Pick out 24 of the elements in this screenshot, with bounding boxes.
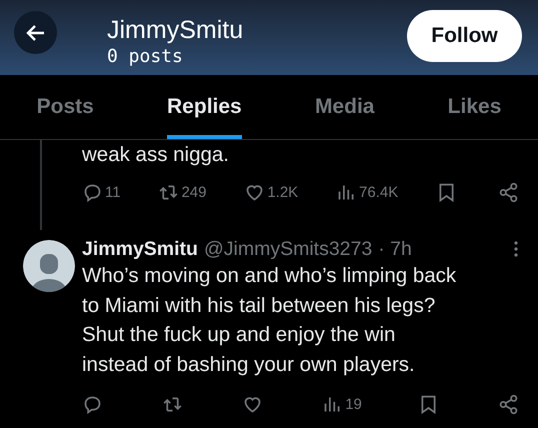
profile-name: JimmySmitu [107, 16, 244, 44]
share-icon[interactable] [498, 394, 519, 414]
profile-tab[interactable]: Media [314, 75, 374, 139]
post-count: 0 posts [107, 44, 184, 66]
profile-tab[interactable]: Likes [448, 75, 502, 139]
profile-tab[interactable]: Posts [36, 75, 94, 139]
action-count: 1.2K [267, 184, 298, 201]
author-name[interactable]: JimmySmitu [82, 238, 198, 260]
avatar-icon[interactable] [22, 240, 74, 292]
profile-tab[interactable]: Replies [167, 75, 242, 139]
action-count: 19 [345, 396, 362, 412]
post-text: Who’s moving on and who’s limping back to Miami with his tail between his legs? Shut the fuck up and enjoy the win instead of bashing your own players. [82, 263, 458, 378]
follow-button[interactable]: Follow [407, 10, 522, 62]
share-icon[interactable] [498, 182, 519, 203]
back-button[interactable] [14, 11, 57, 54]
post-time: · 7h [378, 238, 412, 260]
action-count: 11 [105, 184, 121, 201]
reply-icon[interactable] [82, 394, 103, 414]
author-handle[interactable]: @JimmySmits3273 [204, 238, 372, 260]
action-count: 76.4K [359, 184, 398, 201]
reply-icon[interactable] [82, 182, 103, 203]
post-text: weak ass nigga. [82, 142, 230, 168]
action-count: 249 [181, 184, 206, 201]
more-options-icon[interactable] [514, 241, 518, 257]
